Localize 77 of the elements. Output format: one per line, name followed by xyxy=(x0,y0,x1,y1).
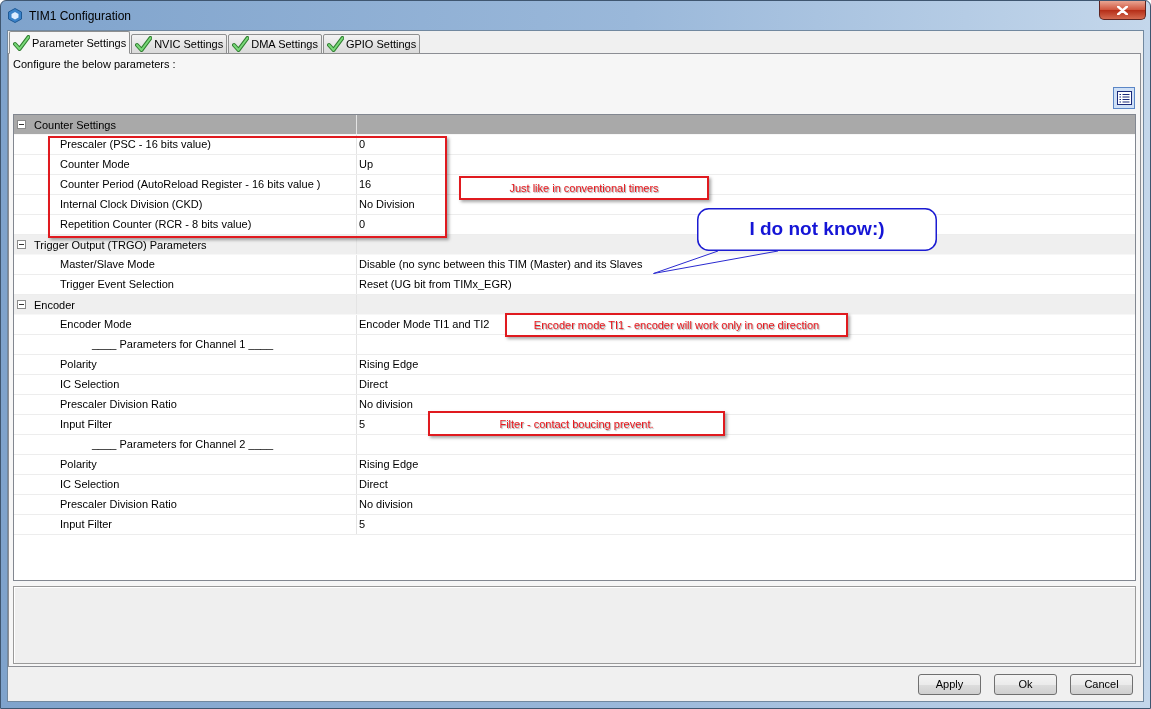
property-name: Master/Slave Mode xyxy=(60,258,155,270)
property-row[interactable]: ____ Parameters for Channel 1 ____ xyxy=(14,335,1135,355)
property-value: No division xyxy=(359,498,413,510)
property-name: Trigger Event Selection xyxy=(60,278,174,290)
property-value: No Division xyxy=(359,198,415,210)
instructions-text: Configure the below parameters : xyxy=(13,57,177,72)
property-value: 5 xyxy=(359,418,366,430)
hexagon-icon xyxy=(8,8,22,23)
property-value: 0 xyxy=(359,138,366,150)
collapse-icon[interactable] xyxy=(17,240,26,249)
annotation-note: Encoder mode TI1 - encoder will work only in one direction xyxy=(505,313,848,337)
property-name: Prescaler Division Ratio xyxy=(60,498,177,510)
property-row[interactable]: ____ Parameters for Channel 2 ____ xyxy=(14,435,1135,455)
tab[interactable]: NVIC Settings xyxy=(131,34,228,54)
property-name: Repetition Counter (RCR - 8 bits value) xyxy=(60,218,252,230)
property-row[interactable]: Prescaler Division Ratio No division xyxy=(14,495,1135,515)
group-label: Counter Settings xyxy=(34,118,116,131)
property-row[interactable]: Polarity Rising Edge xyxy=(14,355,1135,375)
property-name: Encoder Mode xyxy=(60,318,132,330)
property-value: Direct xyxy=(359,378,388,390)
property-row[interactable]: Trigger Event Selection Reset (UG bit from TIMx_EGR) xyxy=(14,275,1135,295)
property-name: Polarity xyxy=(60,358,97,370)
property-row[interactable]: Input Filter 5 xyxy=(14,515,1135,535)
annotation-note: Just like in conventional timers xyxy=(459,176,709,200)
close-button[interactable] xyxy=(1099,1,1146,20)
property-name: Counter Period (AutoReload Register - 16 bits value ) xyxy=(60,178,321,190)
list-icon xyxy=(1116,91,1132,105)
dialog-button[interactable]: Apply xyxy=(918,673,981,695)
section-heading: ____ Parameters for Channel 1 ____ xyxy=(92,338,273,350)
tab[interactable]: Parameter Settings xyxy=(9,31,131,54)
property-value: 0 xyxy=(359,218,366,230)
property-value: 16 xyxy=(359,178,372,190)
check-icon xyxy=(135,36,153,52)
collapse-icon[interactable] xyxy=(17,300,26,309)
property-value: Reset (UG bit from TIMx_EGR) xyxy=(359,278,512,290)
group-label: Trigger Output (TRGO) Parameters xyxy=(34,238,207,251)
property-name: Prescaler (PSC - 16 bits value) xyxy=(60,138,211,150)
window-title: TIM1 Configuration xyxy=(29,8,132,23)
property-name: IC Selection xyxy=(60,378,120,390)
property-row[interactable]: Polarity Rising Edge xyxy=(14,455,1135,475)
property-name: Internal Clock Division (CKD) xyxy=(60,198,203,210)
property-row[interactable]: Counter Mode Up xyxy=(14,155,1135,175)
property-value: Encoder Mode TI1 and TI2 xyxy=(359,318,490,330)
property-name: IC Selection xyxy=(60,478,120,490)
property-row[interactable]: Prescaler (PSC - 16 bits value) 0 xyxy=(14,135,1135,155)
collapse-icon[interactable] xyxy=(17,120,26,129)
property-value: Rising Edge xyxy=(359,458,419,470)
dialog-button[interactable]: Cancel xyxy=(1070,673,1133,695)
tab[interactable]: DMA Settings xyxy=(228,34,322,54)
property-name: Input Filter xyxy=(60,518,112,530)
list-view-button[interactable] xyxy=(1113,87,1135,109)
property-row[interactable]: Prescaler Division Ratio No division xyxy=(14,395,1135,415)
check-icon xyxy=(326,36,344,52)
property-value: Rising Edge xyxy=(359,358,419,370)
property-name: Polarity xyxy=(60,458,97,470)
property-row[interactable]: IC Selection Direct xyxy=(14,475,1135,495)
property-name: Prescaler Division Ratio xyxy=(60,398,177,410)
annotation-note: Filter - contact boucing prevent. xyxy=(428,411,725,436)
group-header[interactable]: Encoder xyxy=(14,295,1135,315)
property-name: Counter Mode xyxy=(60,158,130,170)
property-value: Direct xyxy=(359,478,388,490)
check-icon xyxy=(232,36,250,52)
tab[interactable]: GPIO Settings xyxy=(322,34,421,54)
property-value: No division xyxy=(359,398,413,410)
group-label: Encoder xyxy=(34,298,75,311)
section-heading: ____ Parameters for Channel 2 ____ xyxy=(92,438,273,450)
check-icon xyxy=(13,34,30,51)
property-value: Up xyxy=(359,158,374,170)
property-value: Disable (no sync between this TIM (Master) and its Slaves xyxy=(359,258,643,270)
property-row[interactable]: IC Selection Direct xyxy=(14,375,1135,395)
property-value: 5 xyxy=(359,518,366,530)
property-name: Input Filter xyxy=(60,418,112,430)
dialog-button[interactable]: Ok xyxy=(994,673,1057,695)
callout-tooltip: I do not know:) xyxy=(653,208,937,274)
group-header[interactable]: Counter Settings xyxy=(14,115,1135,135)
property-row[interactable]: Master/Slave Mode Disable (no sync between this TIM (Master) and its Slaves xyxy=(14,255,1135,275)
close-icon xyxy=(1117,5,1128,15)
